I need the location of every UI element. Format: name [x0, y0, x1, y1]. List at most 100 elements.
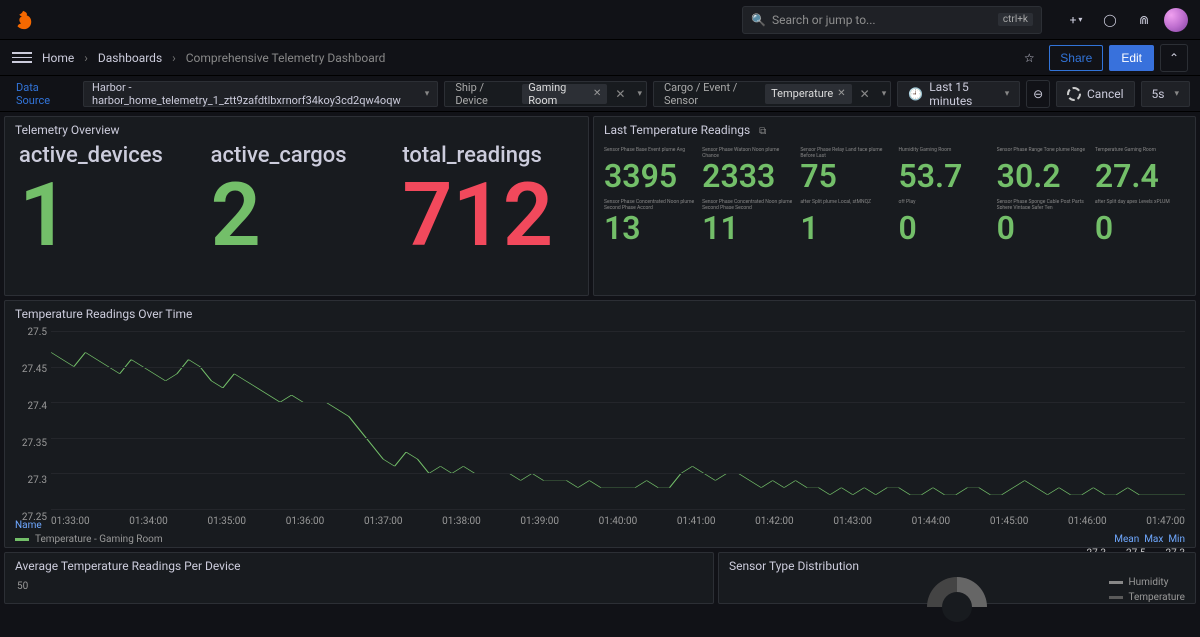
- x-axis: 01:33:0001:34:0001:35:0001:36:0001:37:00…: [51, 516, 1185, 527]
- dist-legend-item[interactable]: Humidity: [1109, 577, 1186, 588]
- legend-label: Temperature: [1129, 592, 1186, 603]
- data-source-label: Data Source: [10, 81, 77, 107]
- breadcrumb-bar: Home › Dashboards › Comprehensive Teleme…: [0, 40, 1200, 76]
- reading-value: 75: [800, 157, 890, 195]
- reading-value: 30.2: [997, 157, 1087, 195]
- reading-value: 27.4: [1095, 157, 1185, 195]
- crumb-home[interactable]: Home: [42, 51, 74, 65]
- close-icon[interactable]: ✕: [611, 87, 629, 101]
- reading-cell: Sensor Phase Relay Land face plume Befor…: [800, 147, 890, 195]
- reading-label: Sensor Phase Sponge Cable Post Parts Sph…: [997, 199, 1087, 209]
- close-icon[interactable]: ✕: [593, 88, 601, 99]
- chevron-icon[interactable]: ⌃: [1160, 44, 1188, 72]
- panel-title: Temperature Readings Over Time: [5, 301, 1195, 327]
- reading-value: 53.7: [898, 157, 988, 195]
- clock-icon: 🕘: [908, 87, 923, 101]
- help-icon[interactable]: ◯: [1096, 6, 1124, 34]
- crumb-sep: ›: [84, 51, 88, 65]
- search-placeholder: Search or jump to...: [772, 13, 876, 27]
- zoom-out-icon[interactable]: ⊖: [1026, 80, 1050, 108]
- panel-title: Last Temperature Readings ⧉: [594, 117, 1195, 143]
- avatar[interactable]: [1164, 8, 1188, 32]
- ship-chip[interactable]: Gaming Room✕: [522, 84, 607, 104]
- cancel-label: Cancel: [1087, 87, 1124, 101]
- menu-icon[interactable]: [12, 48, 32, 68]
- reading-value: 1: [800, 209, 890, 247]
- temperature-chart-panel: Temperature Readings Over Time 27.527.45…: [4, 300, 1196, 548]
- legend-label: Humidity: [1129, 577, 1169, 588]
- grafana-logo[interactable]: [12, 9, 34, 31]
- reading-value: 0: [997, 209, 1087, 247]
- data-source-select[interactable]: Harbor - harbor_home_telemetry_1_ztt9zaf…: [83, 81, 438, 107]
- chart-legend: Temperature - Gaming Room Mean Max Min: [15, 534, 1185, 545]
- chart-body: 27.527.4527.427.3527.327.25 01:33:0001:3…: [5, 327, 1195, 547]
- add-button[interactable]: +▾: [1062, 6, 1090, 34]
- reading-cell: Sensor Phase Watson Noon plume Chance 23…: [702, 147, 792, 195]
- reading-label: Humidity Gaming Room: [898, 147, 988, 157]
- avg-tick: 50: [5, 579, 713, 594]
- legend-series-label[interactable]: Temperature - Gaming Room: [35, 534, 163, 545]
- chevron-down-icon: ▾: [637, 89, 642, 99]
- reading-label: Sensor Phase Relay Land face plume Befor…: [800, 147, 890, 157]
- search-input[interactable]: 🔍 Search or jump to... ctrl+k: [742, 6, 1042, 34]
- reading-cell: Temperature Gaming Room 27.4: [1095, 147, 1185, 195]
- dist-legend-item[interactable]: Temperature: [1109, 592, 1186, 603]
- reading-label: Temperature Gaming Room: [1095, 147, 1185, 157]
- chevron-down-icon: ▾: [882, 89, 887, 99]
- search-kbd-hint: ctrl+k: [998, 13, 1033, 26]
- reading-label: Sensor Phase Concentrated Noon plume Sec…: [604, 199, 694, 209]
- panel-title: Sensor Type Distribution: [719, 553, 1195, 579]
- close-icon[interactable]: ✕: [856, 87, 874, 101]
- star-icon[interactable]: ☆: [1015, 44, 1043, 72]
- reading-label: Sensor Phase Concentrated Noon plume Sec…: [702, 199, 792, 209]
- crumb-current: Comprehensive Telemetry Dashboard: [186, 51, 386, 65]
- cancel-button[interactable]: Cancel: [1056, 81, 1135, 107]
- ship-filter[interactable]: Ship / Device Gaming Room✕ ✕ ▾: [444, 81, 647, 107]
- chart-plot[interactable]: [51, 331, 1185, 509]
- panel-title: Average Temperature Readings Per Device: [5, 553, 713, 579]
- legend-swatch: [1109, 581, 1123, 584]
- share-button[interactable]: Share: [1049, 45, 1103, 71]
- chevron-down-icon: ▾: [1005, 89, 1010, 99]
- chevron-down-icon: ▾: [1174, 89, 1179, 99]
- legend-swatch: [1109, 596, 1123, 599]
- reading-cell: off Play 0: [898, 199, 988, 247]
- cargo-filter[interactable]: Cargo / Event / Sensor Temperature✕ ✕ ▾: [653, 81, 891, 107]
- panel-title: Telemetry Overview: [5, 117, 588, 143]
- filter-bar: Data Source Harbor - harbor_home_telemet…: [0, 76, 1200, 112]
- ship-label: Ship / Device: [449, 81, 518, 107]
- reading-cell: Sensor Phase Concentrated Noon plume Sec…: [702, 199, 792, 247]
- crumb-sep: ›: [172, 51, 176, 65]
- external-link-icon[interactable]: ⧉: [759, 126, 766, 137]
- reading-value: 0: [898, 209, 988, 247]
- cargo-label: Cargo / Event / Sensor: [658, 81, 761, 107]
- reading-label: after Split day apex Levels xPLUM: [1095, 199, 1185, 209]
- spinner-icon: [1067, 87, 1081, 101]
- search-icon: 🔍: [751, 13, 766, 27]
- edit-button[interactable]: Edit: [1109, 45, 1154, 71]
- refresh-value: 5s: [1152, 87, 1165, 101]
- reading-cell: Sensor Phase Sponge Cable Post Parts Sph…: [997, 199, 1087, 247]
- topbar: 🔍 Search or jump to... ctrl+k +▾ ◯ ⋒: [0, 0, 1200, 40]
- reading-value: 2333: [702, 157, 792, 195]
- topbar-actions: +▾ ◯ ⋒: [1062, 6, 1188, 34]
- chevron-down-icon: ▾: [425, 89, 430, 99]
- reading-cell: after Split plume Local, stMNQZ 1: [800, 199, 890, 247]
- news-icon[interactable]: ⋒: [1130, 6, 1158, 34]
- reading-label: Sensor Phase Watson Noon plume Chance: [702, 147, 792, 157]
- reading-value: 0: [1095, 209, 1185, 247]
- reading-cell: after Split day apex Levels xPLUM 0: [1095, 199, 1185, 247]
- stat-value: 712: [402, 172, 574, 260]
- close-icon[interactable]: ✕: [837, 88, 845, 99]
- reading-label: Sensor Phase Base Event plume Avg: [604, 147, 694, 157]
- data-source-value: Harbor - harbor_home_telemetry_1_ztt9zaf…: [92, 81, 415, 107]
- cargo-chip[interactable]: Temperature✕: [765, 84, 852, 104]
- crumb-dashboards[interactable]: Dashboards: [98, 51, 162, 65]
- refresh-interval[interactable]: 5s ▾: [1141, 81, 1190, 107]
- time-range-value: Last 15 minutes: [929, 80, 995, 108]
- time-range-picker[interactable]: 🕘 Last 15 minutes ▾: [897, 81, 1020, 107]
- reading-cell: Humidity Gaming Room 53.7: [898, 147, 988, 195]
- telemetry-overview-panel: Telemetry Overview active_devices 1activ…: [4, 116, 589, 296]
- stat-col: total_readings 712: [392, 143, 584, 260]
- reading-value: 13: [604, 209, 694, 247]
